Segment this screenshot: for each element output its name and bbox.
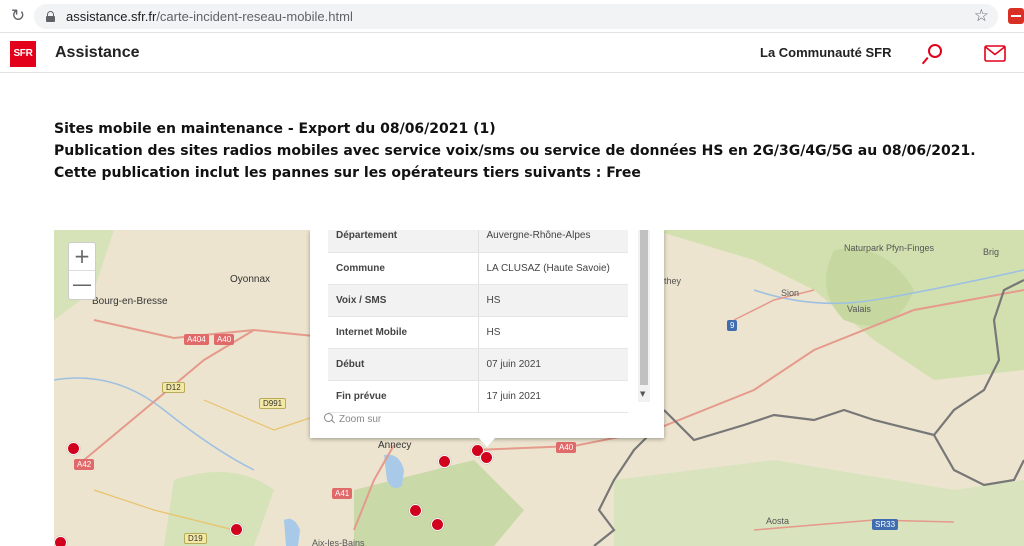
detail-row: Début 07 juin 2021 [328, 348, 628, 381]
detail-key: Voix / SMS [328, 284, 479, 317]
detail-value: LA CLUSAZ (Haute Savoie) [478, 252, 628, 285]
road-d12: D12 [162, 382, 185, 393]
detail-value: 17 juin 2021 [478, 380, 628, 413]
map-label-brig: Brig [983, 247, 1000, 257]
map-label-aosta: Aosta [766, 516, 790, 526]
map-label-valais: Valais [847, 304, 871, 314]
incident-marker-selected[interactable] [480, 451, 493, 464]
road-a404: A404 [184, 334, 209, 345]
site-title[interactable]: Assistance [55, 44, 140, 62]
incident-marker[interactable] [54, 536, 67, 546]
star-icon[interactable]: ☆ [974, 6, 989, 26]
map-label-they: they [664, 276, 682, 286]
community-link[interactable]: La Communauté SFR [760, 45, 891, 60]
search-icon[interactable] [921, 42, 946, 66]
scroll-down-icon[interactable]: ▼ [640, 390, 645, 398]
mail-icon[interactable] [984, 45, 1006, 62]
map-label-bourg: Bourg-en-Bresse [92, 296, 168, 307]
incident-marker[interactable] [230, 523, 243, 536]
detail-row: Voix / SMS HS [328, 284, 628, 317]
incident-marker[interactable] [67, 442, 80, 455]
detail-value: 07 juin 2021 [478, 348, 628, 381]
road-d991: D991 [259, 398, 287, 409]
road-a40: A40 [214, 334, 235, 345]
map-label-sion: Sion [781, 288, 800, 298]
extension-icon[interactable] [1008, 8, 1024, 24]
incident-map[interactable]: Oyonnax Bourg-en-Bresse Annecy Aix-les-B… [54, 230, 1024, 546]
detail-key: Début [328, 348, 479, 381]
zoom-to-link[interactable]: Zoom sur [324, 413, 381, 425]
detail-value: HS [478, 284, 628, 317]
incident-marker[interactable] [438, 455, 451, 468]
map-label-aix: Aix-les-Bains [312, 538, 365, 546]
zoom-control: + — [68, 242, 96, 300]
detail-row: Commune LA CLUSAZ (Haute Savoie) [328, 252, 628, 285]
detail-row: Département Auvergne-Rhône-Alpes [328, 230, 628, 253]
detail-key: Département [328, 230, 479, 253]
detail-value: HS [478, 316, 628, 349]
sfr-logo[interactable]: SFR [10, 41, 36, 67]
lock-icon[interactable] [46, 11, 55, 22]
detail-value: Auvergne-Rhône-Alpes [478, 230, 628, 253]
zoom-magnifier-icon [324, 413, 335, 424]
detail-key: Commune [328, 252, 479, 285]
road-sr33: SR33 [872, 519, 899, 530]
intro-section: Sites mobile en maintenance - Export du … [54, 118, 1014, 184]
page-description: Publication des sites radios mobiles ave… [54, 143, 976, 181]
zoom-in-button[interactable]: + [69, 243, 95, 271]
url-text[interactable]: assistance.sfr.fr/carte-incident-reseau-… [66, 9, 353, 24]
detail-row: Internet Mobile HS [328, 316, 628, 349]
page-title: Sites mobile en maintenance - Export du … [54, 121, 496, 137]
address-bar[interactable]: assistance.sfr.fr/carte-incident-reseau-… [34, 4, 998, 29]
detail-key: Internet Mobile [328, 316, 479, 349]
browser-toolbar: ↻ assistance.sfr.fr/carte-incident-resea… [0, 0, 1024, 33]
zoom-out-button[interactable]: — [69, 271, 95, 299]
map-label-park: Naturpark Pfyn-Finges [844, 243, 935, 253]
detail-key: Fin prévue [328, 380, 479, 413]
popup-scrollbar[interactable]: ▼ [638, 230, 650, 402]
map-label-oyonnax: Oyonnax [230, 274, 271, 285]
incident-marker[interactable] [431, 518, 444, 531]
site-header: SFR Assistance La Communauté SFR [0, 33, 1024, 73]
map-label-annecy: Annecy [378, 440, 412, 451]
reload-icon[interactable]: ↻ [8, 6, 28, 26]
scrollbar-thumb[interactable] [640, 230, 648, 385]
incident-marker[interactable] [409, 504, 422, 517]
popup-pointer [478, 437, 496, 447]
road-9: 9 [727, 320, 738, 331]
detail-row: Fin prévue 17 juin 2021 [328, 380, 628, 413]
incident-popup: Département Auvergne-Rhône-Alpes Commune LA… [310, 230, 664, 438]
road-a41: A41 [332, 488, 353, 499]
incident-details-table: Département Auvergne-Rhône-Alpes Commune LA… [328, 230, 628, 413]
zoom-to-label: Zoom sur [339, 414, 382, 425]
road-d19: D19 [184, 533, 207, 544]
road-a40-east: A40 [556, 442, 577, 453]
road-a42: A42 [74, 459, 95, 470]
